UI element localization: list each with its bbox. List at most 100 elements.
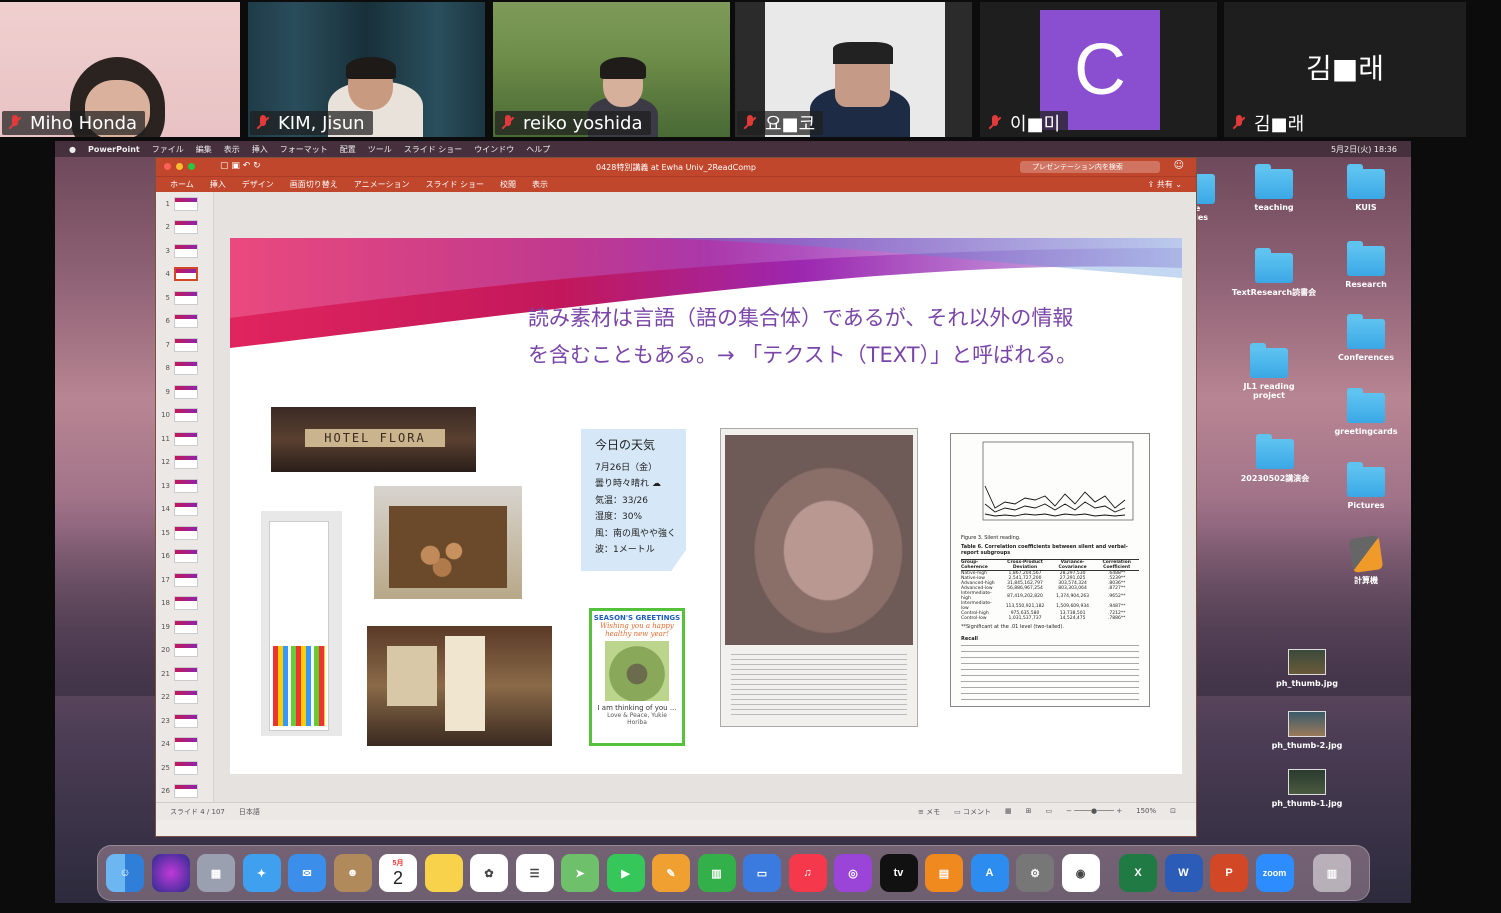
desktop-folder[interactable]: 20230502講演会 bbox=[1235, 434, 1315, 484]
participant-tile-3[interactable]: reiko yoshida bbox=[493, 2, 730, 137]
dock-podcasts-icon[interactable]: ◎ bbox=[834, 854, 872, 892]
desktop-folder[interactable]: Research bbox=[1326, 241, 1406, 289]
zoom-slider[interactable]: − ────●──── + bbox=[1066, 807, 1122, 817]
desktop-folder[interactable]: teaching bbox=[1234, 164, 1314, 212]
dock-app-store-icon[interactable]: A bbox=[970, 854, 1009, 892]
slide-thumbnail[interactable]: 16 bbox=[156, 545, 213, 569]
desktop-folder[interactable]: greetingcards bbox=[1326, 388, 1406, 436]
ribbon-tab[interactable]: ホーム bbox=[170, 179, 194, 190]
ribbon-tab[interactable]: 画面切り替え bbox=[290, 179, 338, 190]
slide-thumbnail[interactable]: 19 bbox=[156, 615, 213, 639]
desktop-app-calculator[interactable]: 計算機 bbox=[1326, 535, 1406, 586]
dock-maps-icon[interactable]: ➤ bbox=[561, 854, 599, 892]
slide-thumbnail[interactable]: 26 bbox=[156, 780, 213, 804]
slide-thumbnail[interactable]: 3 bbox=[156, 239, 213, 263]
menubar-item[interactable]: ウインドウ bbox=[474, 144, 514, 155]
desktop-image-file[interactable]: ph_thumb-2.jpg bbox=[1267, 711, 1347, 750]
close-window-icon[interactable] bbox=[164, 163, 171, 170]
slide-thumbnail[interactable]: 7 bbox=[156, 333, 213, 357]
desktop-folder[interactable]: TextResearch読書会 bbox=[1230, 248, 1318, 298]
smiley-feedback-icon[interactable]: ☺ bbox=[1174, 160, 1184, 171]
desktop-folder[interactable]: JL1 reading project bbox=[1229, 343, 1309, 400]
dock-calendar-icon[interactable]: 5月 2 bbox=[379, 854, 417, 892]
dock-numbers-icon[interactable]: ▥ bbox=[697, 854, 736, 892]
dock-pages-icon[interactable]: ✎ bbox=[652, 854, 690, 892]
view-normal-icon[interactable]: ▦ bbox=[1005, 807, 1012, 817]
view-sorter-icon[interactable]: ⊞ bbox=[1026, 807, 1032, 817]
apple-icon[interactable]: ● bbox=[69, 145, 76, 154]
comments-button[interactable]: ▭ コメント bbox=[954, 807, 991, 817]
menubar-item[interactable]: ヘルプ bbox=[526, 144, 550, 155]
slide-thumbnail[interactable]: 20 bbox=[156, 639, 213, 663]
ribbon-tab[interactable]: 表示 bbox=[532, 179, 548, 190]
dock-excel-icon[interactable]: X bbox=[1119, 854, 1157, 892]
slide-thumbnail[interactable]: 23 bbox=[156, 709, 213, 733]
dock-facetime-icon[interactable]: ▶ bbox=[606, 854, 645, 892]
dock-chrome-icon[interactable]: ◉ bbox=[1061, 854, 1100, 892]
desktop-image-file[interactable]: ph_thumb.jpg bbox=[1267, 649, 1347, 688]
participant-tile-6[interactable]: 김■래 김■래 bbox=[1224, 2, 1466, 137]
quick-access-toolbar[interactable]: ▢ ▣ ↶ ↻ bbox=[220, 161, 261, 171]
dock-powerpoint-icon[interactable]: P bbox=[1210, 854, 1248, 892]
share-button[interactable]: ⇪ 共有 ⌄ bbox=[1148, 179, 1197, 190]
minimize-window-icon[interactable] bbox=[176, 163, 183, 170]
desktop-image-file[interactable]: ph_thumb-1.jpg bbox=[1267, 769, 1347, 808]
menubar-item[interactable]: 挿入 bbox=[252, 144, 268, 155]
dock-word-icon[interactable]: W bbox=[1164, 854, 1203, 892]
slide-thumbnail[interactable]: 21 bbox=[156, 662, 213, 686]
ribbon-tab[interactable]: アニメーション bbox=[354, 179, 410, 190]
slide-thumbnail[interactable]: 1 bbox=[156, 192, 213, 216]
dock-safari-icon[interactable]: ✦ bbox=[242, 854, 281, 892]
dock-system-preferences-icon[interactable]: ⚙ bbox=[1016, 854, 1054, 892]
menubar-item[interactable]: ファイル bbox=[152, 144, 184, 155]
dock-launchpad-icon[interactable]: ▦ bbox=[197, 854, 235, 892]
participant-tile-2[interactable]: KIM, Jisun bbox=[248, 2, 485, 137]
view-reading-icon[interactable]: ▭ bbox=[1045, 807, 1052, 817]
menubar-item[interactable]: 表示 bbox=[224, 144, 240, 155]
dock-photos-icon[interactable]: ✿ bbox=[470, 854, 508, 892]
slide-thumbnail[interactable]: 5 bbox=[156, 286, 213, 310]
desktop-folder[interactable]: Pictures bbox=[1326, 462, 1406, 510]
slide-thumbnail[interactable]: 10 bbox=[156, 404, 213, 428]
dock-zoom-icon[interactable]: zoom bbox=[1255, 854, 1294, 892]
desktop-folder[interactable]: KUIS bbox=[1326, 164, 1406, 212]
menubar-app-name[interactable]: PowerPoint bbox=[88, 145, 140, 154]
slide-thumbnail[interactable]: 18 bbox=[156, 592, 213, 616]
ribbon-tab[interactable]: 挿入 bbox=[210, 179, 226, 190]
slide-thumbnail[interactable]: 11 bbox=[156, 427, 213, 451]
menubar-item[interactable]: スライド ショー bbox=[404, 144, 463, 155]
ribbon-tab[interactable]: デザイン bbox=[242, 179, 274, 190]
participant-tile-5[interactable]: C 이■미 bbox=[980, 2, 1217, 137]
dock-tv-icon[interactable]: tv bbox=[879, 854, 918, 892]
menubar-clock[interactable]: 5月2日(火) 18:36 bbox=[1331, 144, 1411, 155]
menubar-item[interactable]: ツール bbox=[368, 144, 392, 155]
desktop-folder[interactable]: Conferences bbox=[1326, 314, 1406, 362]
dock-mail-icon[interactable]: ✉ bbox=[288, 854, 326, 892]
zoom-window-icon[interactable] bbox=[188, 163, 195, 170]
dock-music-icon[interactable]: ♫ bbox=[788, 854, 827, 892]
dock-reminders-icon[interactable]: ☰ bbox=[515, 854, 554, 892]
dock-trash-icon[interactable]: ▥ bbox=[1313, 854, 1351, 892]
dock-notes-icon[interactable] bbox=[424, 854, 463, 892]
slide-thumbnail[interactable]: 24 bbox=[156, 733, 213, 757]
slide-thumbnail[interactable]: 8 bbox=[156, 357, 213, 381]
slide-thumbnail[interactable]: 14 bbox=[156, 498, 213, 522]
slide-thumbnail[interactable]: 13 bbox=[156, 474, 213, 498]
menubar-item[interactable]: フォーマット bbox=[280, 144, 328, 155]
language-indicator[interactable]: 日本語 bbox=[239, 807, 260, 817]
slide-thumbnail[interactable]: 25 bbox=[156, 756, 213, 780]
dock-books-icon[interactable]: ▤ bbox=[925, 854, 963, 892]
slide-thumbnail[interactable]: 4 bbox=[156, 263, 213, 287]
menubar-item[interactable]: 編集 bbox=[196, 144, 212, 155]
dock-keynote-icon[interactable]: ▭ bbox=[743, 854, 781, 892]
slide-thumbnail[interactable]: 22 bbox=[156, 686, 213, 710]
dock-siri-icon[interactable] bbox=[151, 854, 190, 892]
slide-thumbnail[interactable]: 6 bbox=[156, 310, 213, 334]
slide-thumbnail[interactable]: 9 bbox=[156, 380, 213, 404]
slide-thumbnail[interactable]: 12 bbox=[156, 451, 213, 475]
slide-thumbnail[interactable]: 15 bbox=[156, 521, 213, 545]
ribbon-tab[interactable]: 校閲 bbox=[500, 179, 516, 190]
dock-finder-icon[interactable]: ☺ bbox=[106, 854, 144, 892]
slide-thumbnail[interactable]: 2 bbox=[156, 216, 213, 240]
ribbon-tab[interactable]: スライド ショー bbox=[425, 179, 484, 190]
